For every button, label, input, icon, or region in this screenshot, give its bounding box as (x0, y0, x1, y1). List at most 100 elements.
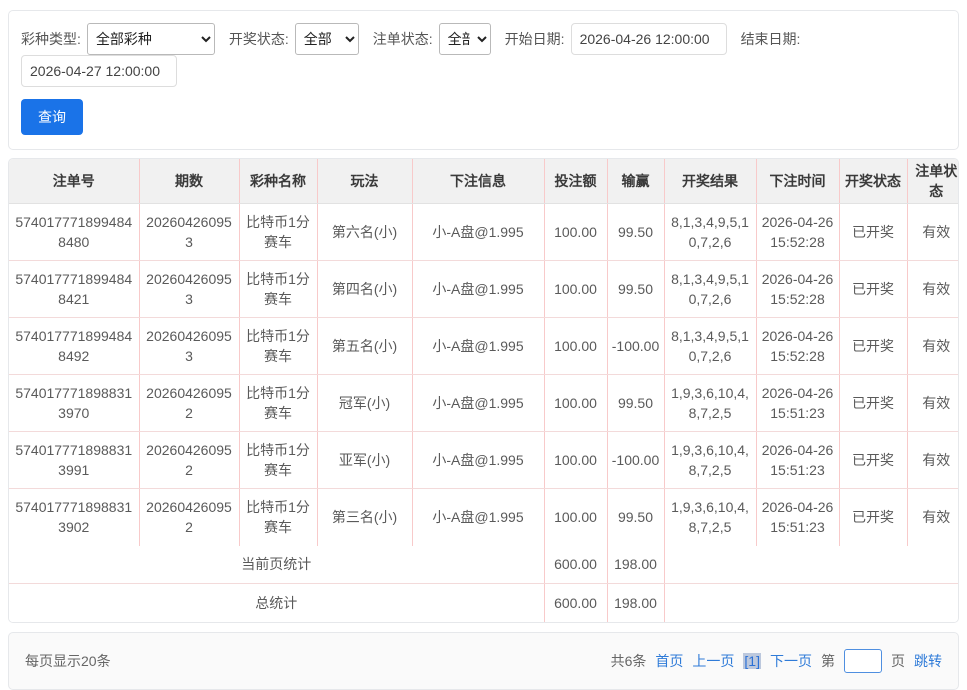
cell-period: 202604260952 (139, 488, 240, 546)
cell-win: 99.50 (607, 374, 665, 432)
cell-period: 202604260952 (139, 431, 240, 489)
cell-bet-info: 小-A盘@1.995 (412, 488, 545, 546)
cell-order-id: 5740177718994848421 (9, 260, 140, 318)
pagination: 共6条 首页 上一页 [1] 下一页 第 页 跳转 (610, 648, 942, 673)
table-row: 5740177718994848421 202604260953 比特币1分赛车 第四… (9, 260, 958, 318)
cell-order-id: 5740177718994848480 (9, 203, 140, 261)
cell-lottery: 比特币1分赛车 (239, 374, 318, 432)
header-bet-info: 下注信息 (412, 159, 545, 204)
summary-empty (664, 545, 958, 584)
cell-period: 202604260953 (139, 317, 240, 375)
lottery-type-label: 彩种类型: (21, 31, 81, 47)
cell-time: 2026-04-26 15:52:28 (756, 260, 840, 318)
end-date-input[interactable] (21, 55, 177, 87)
cell-play: 冠军(小) (317, 374, 413, 432)
current-page-indicator: [1] (743, 652, 761, 669)
table-summary: 当前页统计 600.00 198.00 总统计 600.00 198.00 (9, 545, 958, 622)
filter-panel: 彩种类型: 全部彩种 开奖状态: 全部 注单状态: 全部 开始日期: 结束日期:… (8, 10, 959, 150)
summary-bet-total: 600.00 (544, 583, 608, 622)
jump-button[interactable]: 跳转 (914, 651, 942, 671)
prev-page-link[interactable]: 上一页 (692, 651, 734, 671)
jump-prefix-label: 第 (821, 652, 835, 669)
summary-row-current-page: 当前页统计 600.00 198.00 (9, 545, 958, 584)
cell-result: 8,1,3,4,9,5,10,7,2,6 (664, 317, 757, 375)
table-row: 5740177718988313991 202604260952 比特币1分赛车 亚军… (9, 431, 958, 489)
summary-label: 总统计 (9, 583, 545, 622)
cell-order-status: 有效 (907, 431, 958, 489)
cell-draw-status: 已开奖 (839, 317, 908, 375)
cell-lottery: 比特币1分赛车 (239, 431, 318, 489)
table-row: 5740177718988313902 202604260952 比特币1分赛车 第三… (9, 488, 958, 546)
next-page-link[interactable]: 下一页 (770, 651, 812, 671)
cell-win: 99.50 (607, 488, 665, 546)
cell-result: 1,9,3,6,10,4,8,7,2,5 (664, 374, 757, 432)
header-lottery: 彩种名称 (239, 159, 318, 204)
cell-order-status: 有效 (907, 374, 958, 432)
summary-win-total: 198.00 (607, 583, 665, 622)
cell-amount: 100.00 (544, 260, 608, 318)
cell-play: 亚军(小) (317, 431, 413, 489)
header-order-id: 注单号 (9, 159, 140, 204)
cell-lottery: 比特币1分赛车 (239, 488, 318, 546)
cell-time: 2026-04-26 15:52:28 (756, 317, 840, 375)
filter-row: 彩种类型: 全部彩种 开奖状态: 全部 注单状态: 全部 开始日期: 结束日期: (21, 23, 946, 87)
cell-result: 1,9,3,6,10,4,8,7,2,5 (664, 488, 757, 546)
cell-play: 第六名(小) (317, 203, 413, 261)
order-status-select[interactable]: 全部 (438, 23, 491, 55)
cell-bet-info: 小-A盘@1.995 (412, 260, 545, 318)
cell-time: 2026-04-26 15:52:28 (756, 203, 840, 261)
cell-amount: 100.00 (544, 431, 608, 489)
cell-order-id: 5740177718988313991 (9, 431, 140, 489)
lottery-type-select[interactable]: 全部彩种 (86, 23, 215, 55)
search-button[interactable]: 查询 (21, 99, 83, 135)
end-date-label: 结束日期: (740, 31, 801, 47)
cell-order-status: 有效 (907, 317, 958, 375)
cell-order-status: 有效 (907, 203, 958, 261)
start-date-input[interactable] (570, 23, 727, 55)
header-play: 玩法 (317, 159, 413, 204)
cell-draw-status: 已开奖 (839, 203, 908, 261)
cell-play: 第五名(小) (317, 317, 413, 375)
header-draw-status: 开奖状态 (839, 159, 908, 204)
cell-lottery: 比特币1分赛车 (239, 203, 318, 261)
page-jump-input[interactable] (844, 648, 882, 673)
cell-time: 2026-04-26 15:51:23 (756, 431, 840, 489)
first-page-link[interactable]: 首页 (655, 651, 683, 671)
draw-status-select[interactable]: 全部 (294, 23, 359, 55)
cell-bet-info: 小-A盘@1.995 (412, 317, 545, 375)
summary-empty (664, 583, 958, 622)
cell-draw-status: 已开奖 (839, 431, 908, 489)
cell-win: -100.00 (607, 317, 665, 375)
cell-period: 202604260953 (139, 203, 240, 261)
cell-win: 99.50 (607, 203, 665, 261)
header-period: 期数 (139, 159, 240, 204)
cell-result: 8,1,3,4,9,5,10,7,2,6 (664, 203, 757, 261)
draw-status-label: 开奖状态: (228, 31, 289, 47)
cell-order-status: 有效 (907, 260, 958, 318)
cell-period: 202604260952 (139, 374, 240, 432)
header-time: 下注时间 (756, 159, 840, 204)
cell-order-id: 5740177718988313970 (9, 374, 140, 432)
summary-win-total: 198.00 (607, 545, 665, 584)
cell-draw-status: 已开奖 (839, 374, 908, 432)
cell-order-id: 5740177718988313902 (9, 488, 140, 546)
header-result: 开奖结果 (664, 159, 757, 204)
order-status-label: 注单状态: (372, 31, 433, 47)
table-row: 5740177718994848492 202604260953 比特币1分赛车 第五… (9, 317, 958, 375)
summary-bet-total: 600.00 (544, 545, 608, 584)
header-amount: 投注额 (544, 159, 608, 204)
cell-bet-info: 小-A盘@1.995 (412, 431, 545, 489)
cell-draw-status: 已开奖 (839, 488, 908, 546)
summary-row-total: 总统计 600.00 198.00 (9, 583, 958, 622)
cell-bet-info: 小-A盘@1.995 (412, 203, 545, 261)
cell-time: 2026-04-26 15:51:23 (756, 374, 840, 432)
total-count-text: 共6条 (610, 652, 647, 669)
cell-order-status: 有效 (907, 488, 958, 546)
pagination-bar: 每页显示20条 共6条 首页 上一页 [1] 下一页 第 页 跳转 (8, 631, 959, 690)
cell-bet-info: 小-A盘@1.995 (412, 374, 545, 432)
summary-label: 当前页统计 (9, 545, 545, 584)
table-row: 5740177718994848480 202604260953 比特币1分赛车 第六… (9, 203, 958, 261)
cell-play: 第四名(小) (317, 260, 413, 318)
cell-amount: 100.00 (544, 203, 608, 261)
start-date-label: 开始日期: (504, 31, 565, 47)
